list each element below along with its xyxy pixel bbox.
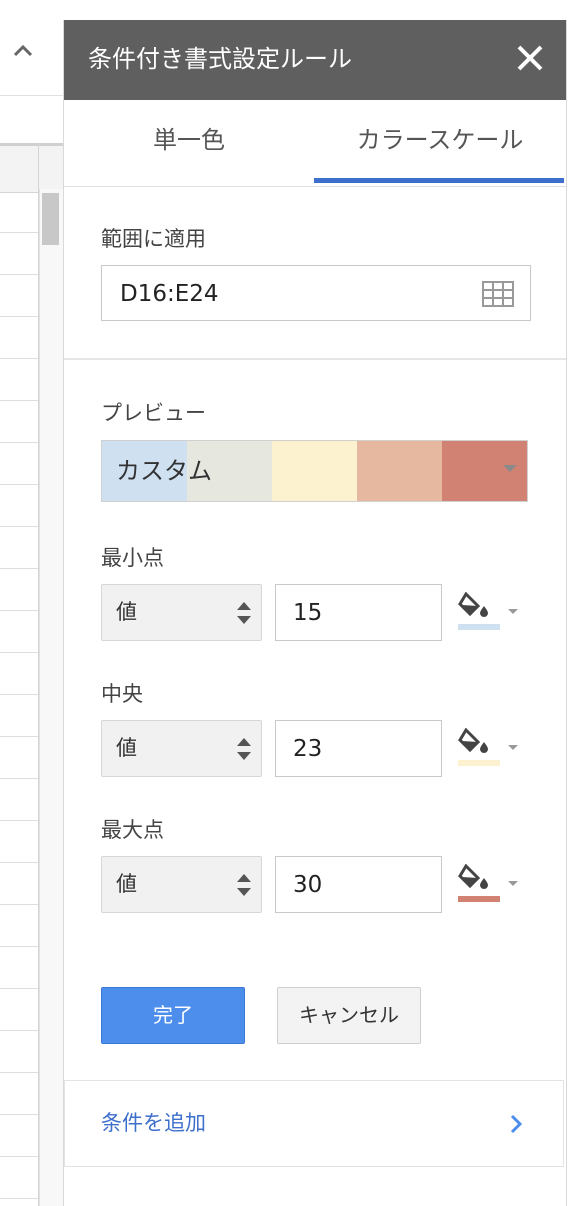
panel-header: 条件付き書式設定ルール [64, 20, 566, 100]
chevron-down-icon [508, 609, 518, 614]
mid-color-bar [458, 760, 500, 766]
grid-row-line [0, 778, 38, 779]
max-color-picker[interactable] [458, 858, 520, 908]
preview-swatch-4 [357, 441, 442, 501]
mid-point-label: 中央 [101, 682, 143, 706]
grid-row-line [0, 1030, 38, 1031]
grid-row-line [0, 484, 38, 485]
max-type-select[interactable]: 値 [101, 856, 262, 913]
grid-row-line [0, 274, 38, 275]
fill-color-icon [458, 864, 488, 889]
min-value: 15 [293, 600, 323, 626]
grid-row-line [0, 1156, 38, 1157]
grid-row-line [0, 988, 38, 989]
panel-title: 条件付き書式設定ルール [88, 45, 352, 73]
grid-row-line [0, 820, 38, 821]
grid-row-line [0, 862, 38, 863]
sort-arrows-icon [237, 738, 251, 760]
min-type-select[interactable]: 値 [101, 584, 262, 641]
max-color-bar [458, 896, 500, 902]
min-type-value: 値 [116, 600, 137, 624]
grid-select-icon[interactable] [482, 281, 514, 307]
chevron-down-icon [508, 745, 518, 750]
min-value-input[interactable]: 15 [275, 584, 442, 641]
sort-arrows-icon [237, 874, 251, 896]
max-value: 30 [293, 872, 323, 898]
range-label: 範囲に適用 [101, 227, 206, 251]
grid-row-line [0, 526, 38, 527]
add-rule-label: 条件を追加 [101, 1111, 206, 1135]
preview-selected: カスタム [116, 457, 212, 485]
mid-color-picker[interactable] [458, 722, 520, 772]
grid-row-line [0, 400, 38, 401]
fill-color-icon [458, 728, 488, 753]
grid-row-line [0, 442, 38, 443]
active-tab-indicator [314, 178, 564, 183]
preview-label: プレビュー [101, 401, 206, 425]
cancel-button[interactable]: キャンセル [277, 987, 421, 1044]
max-type-value: 値 [116, 872, 137, 896]
color-scale-preview[interactable]: カスタム [101, 440, 528, 502]
grid-row-line [0, 232, 38, 233]
mid-value-input[interactable]: 23 [275, 720, 442, 777]
grid-row-line [0, 1114, 38, 1115]
column-header [0, 143, 63, 193]
grid-row-line [0, 568, 38, 569]
add-rule-button[interactable]: 条件を追加 [64, 1080, 564, 1167]
sort-arrows-icon [237, 602, 251, 624]
min-color-picker[interactable] [458, 586, 520, 636]
fill-color-icon [458, 592, 488, 617]
grid-row-line [0, 610, 38, 611]
tab-color-scale[interactable]: カラースケール [314, 100, 566, 186]
range-value: D16:E24 [120, 281, 219, 307]
collapse-caret-icon[interactable] [12, 40, 34, 62]
tab-single-color[interactable]: 単一色 [64, 100, 314, 186]
preview-swatch-3 [272, 441, 357, 501]
chevron-down-icon [503, 465, 517, 472]
done-button[interactable]: 完了 [101, 987, 245, 1044]
max-point-label: 最大点 [101, 818, 164, 842]
grid-row-line [0, 694, 38, 695]
grid-row-line [0, 316, 38, 317]
range-input[interactable]: D16:E24 [101, 265, 531, 321]
mid-type-value: 値 [116, 736, 137, 760]
mid-type-select[interactable]: 値 [101, 720, 262, 777]
grid-row-line [0, 358, 38, 359]
grid-row-line [0, 652, 38, 653]
spreadsheet-area [0, 0, 63, 1206]
grid-row-line [0, 1072, 38, 1073]
section-divider [64, 358, 566, 360]
conditional-format-panel: 条件付き書式設定ルール 単一色 カラースケール 範囲に適用 D16:E24 プレ… [63, 20, 567, 1206]
scrollbar-thumb[interactable] [42, 193, 59, 245]
grid-row-line [0, 1198, 38, 1199]
vertical-scrollbar[interactable] [39, 189, 63, 1206]
close-icon[interactable] [510, 38, 550, 78]
mid-value: 23 [293, 736, 323, 762]
max-value-input[interactable]: 30 [275, 856, 442, 913]
grid-row-line [0, 946, 38, 947]
chevron-down-icon [508, 881, 518, 886]
min-point-label: 最小点 [101, 546, 164, 570]
grid-row-line [0, 904, 38, 905]
min-color-bar [458, 624, 500, 630]
tab-bar: 単一色 カラースケール [64, 100, 566, 187]
grid-row-line [0, 736, 38, 737]
chevron-right-icon [510, 1114, 523, 1134]
